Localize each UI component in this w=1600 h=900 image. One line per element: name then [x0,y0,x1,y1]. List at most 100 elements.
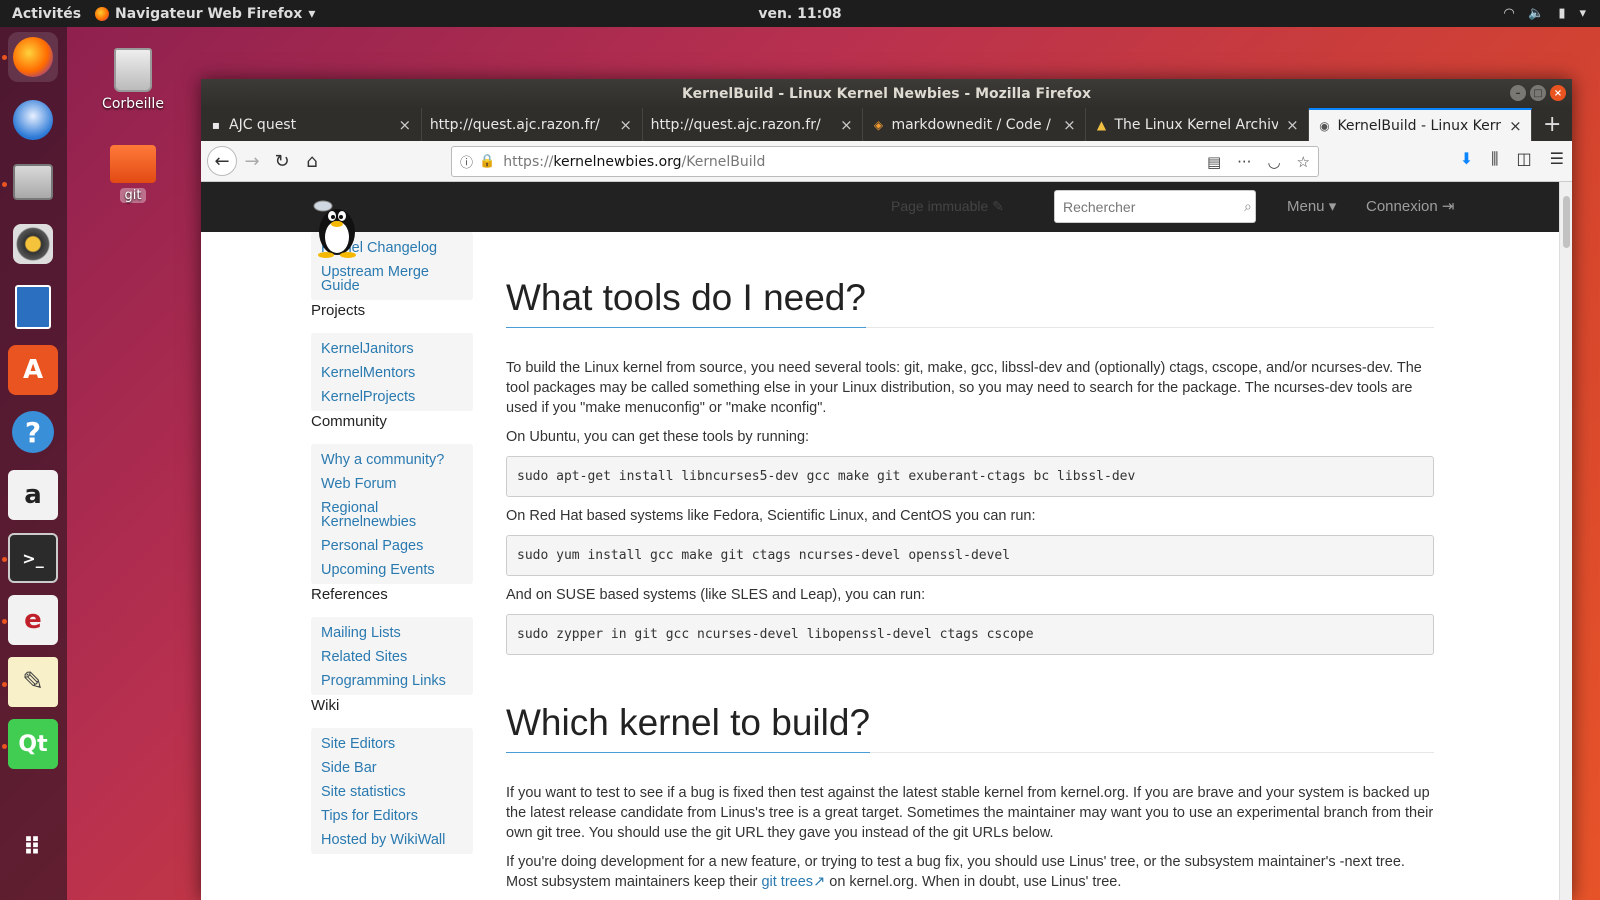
close-tab-icon[interactable]: × [1061,116,1077,134]
sidebar-link[interactable]: Personal Pages [311,534,473,558]
sidebar-link[interactable]: Mailing Lists [311,621,473,645]
sidebar-link[interactable]: Side Bar [311,756,473,780]
git-trees-link[interactable]: git trees↗ [761,874,825,890]
close-tab-icon[interactable]: × [1284,116,1300,134]
qt-icon: Qt [18,731,48,757]
running-indicator [2,55,7,60]
sidebar-link[interactable]: KernelMentors [311,361,473,385]
library-icon[interactable]: ⫼ [1491,149,1498,169]
sidebar-heading: Community [311,413,387,430]
sidebar-link[interactable]: Hosted by WikiWall [311,828,473,852]
reload-button[interactable]: ↻ [267,146,297,176]
app-menu[interactable]: Navigateur Web Firefox ▾ [95,6,315,22]
search-icon[interactable]: ⌕ [1244,199,1252,215]
firefox-icon [13,37,53,77]
new-tab-button[interactable]: + [1532,108,1572,141]
window-titlebar[interactable]: KernelBuild - Linux Kernel Newbies - Moz… [201,79,1572,108]
navigation-toolbar: ← → ↻ ⌂ ⓘ 🔒 https:// kernelnewbies.org /… [201,141,1572,182]
tab-ajc-quest[interactable]: ▪ AJC quest × [201,108,422,141]
amazon-dock-icon[interactable]: a [8,470,58,520]
window-title: KernelBuild - Linux Kernel Newbies - Moz… [681,85,1092,102]
firefox-dock-icon[interactable] [8,32,58,82]
running-indicator [2,557,7,562]
page-scrollbar[interactable] [1559,182,1572,900]
rhythmbox-dock-icon[interactable] [8,219,58,269]
close-window-button[interactable]: × [1550,85,1566,101]
thunderbird-dock-icon[interactable] [8,95,58,145]
trash-desktop-icon[interactable]: Corbeille [83,48,183,112]
search-input[interactable] [1063,198,1244,215]
tab-quest-1[interactable]: http://quest.ajc.razon.fr/ × [422,108,643,141]
scrollbar-thumb[interactable] [1563,196,1570,248]
maximize-button[interactable]: □ [1530,85,1546,101]
tab-kernelbuild[interactable]: ◉ KernelBuild - Linux Kerne × [1309,108,1533,141]
firefox-window: KernelBuild - Linux Kernel Newbies - Moz… [201,79,1572,900]
sidebar-link[interactable]: Upstream Merge Guide [311,260,473,298]
editor-dock-icon[interactable]: ✎ [8,657,58,707]
page-actions-icon[interactable]: ··· [1237,153,1251,171]
sidebar-link[interactable]: Related Sites [311,645,473,669]
chevron-down-icon: ▾ [308,5,316,22]
minimize-button[interactable]: – [1510,85,1526,101]
writer-dock-icon[interactable] [8,282,58,332]
software-dock-icon[interactable]: A [8,345,58,395]
sidebar-icon[interactable]: ◫ [1517,149,1532,169]
git-folder-desktop-icon[interactable]: git [83,145,183,203]
tux-logo[interactable] [311,196,363,258]
tab-kernel-archive[interactable]: ▲ The Linux Kernel Archive × [1086,108,1310,141]
sidebar-link[interactable]: Site Editors [311,732,473,756]
trash-label: Corbeille [102,96,164,112]
qt-dock-icon[interactable]: Qt [8,719,58,769]
sidebar-link[interactable]: Web Forum [311,472,473,496]
pocket-icon[interactable]: ◡ [1267,153,1280,171]
back-button[interactable]: ← [207,146,237,176]
info-icon[interactable]: ⓘ [460,152,473,171]
close-tab-icon[interactable]: × [618,116,634,134]
menu-dropdown[interactable]: Menu ▾ [1287,197,1336,215]
hamburger-menu-icon[interactable]: ☰ [1550,149,1564,169]
bookmark-star-icon[interactable]: ☆ [1297,153,1310,171]
tab-quest-2[interactable]: http://quest.ajc.razon.fr/ × [643,108,864,141]
close-tab-icon[interactable]: × [397,116,413,134]
folder-icon [110,145,156,183]
tab-label: The Linux Kernel Archive [1114,116,1279,133]
forward-button[interactable]: → [237,146,267,176]
system-tray[interactable]: ◠ 🔈 ▮ ▾ [1504,6,1586,21]
home-button[interactable]: ⌂ [297,146,327,176]
main-content: What tools do I need? To build the Linux… [506,232,1434,900]
code-block: sudo apt-get install libncurses5-dev gcc… [506,456,1434,497]
url-bar[interactable]: ⓘ 🔒 https:// kernelnewbies.org /KernelBu… [451,146,1319,177]
sidebar-group-wiki: Site Editors Side Bar Site statistics Ti… [311,728,473,854]
tab-label: KernelBuild - Linux Kerne [1337,117,1502,134]
sidebar-link[interactable]: Site statistics [311,780,473,804]
activities-button[interactable]: Activités [0,6,95,22]
login-link[interactable]: Connexion ⇥ [1366,197,1454,215]
sidebar-link[interactable]: Why a community? [311,448,473,472]
site-navbar: Page immuable ✎ ⌕ Menu ▾ Connexion ⇥ [201,182,1559,232]
download-icon[interactable]: ⬇ [1460,149,1473,169]
evince-dock-icon[interactable]: e [8,595,58,645]
sidebar-link[interactable]: Regional Kernelnewbies [311,496,473,534]
terminal-dock-icon[interactable]: >_ [8,533,58,583]
chevron-down-icon: ▾ [1579,6,1586,21]
top-bar: Activités Navigateur Web Firefox ▾ ven. … [0,0,1600,27]
sidebar-link[interactable]: KernelProjects [311,385,473,409]
sidebar-link[interactable]: Programming Links [311,669,473,693]
close-tab-icon[interactable]: × [838,116,854,134]
close-tab-icon[interactable]: × [1507,117,1523,135]
trash-icon [114,48,152,92]
help-dock-icon[interactable]: ? [8,407,58,457]
page-icon: ▪ [211,117,221,132]
sidebar-heading: Wiki [311,697,340,714]
files-dock-icon[interactable] [8,157,58,207]
sidebar-link[interactable]: Tips for Editors [311,804,473,828]
code-block: sudo yum install gcc make git ctags ncur… [506,535,1434,576]
sidebar-link[interactable]: Upcoming Events [311,558,473,582]
reader-view-icon[interactable]: ▤ [1207,153,1221,171]
show-apps-button[interactable]: ⠿ [8,822,58,872]
section-heading: Which kernel to build? [506,664,871,753]
site-search[interactable]: ⌕ [1054,190,1256,223]
tab-markdownedit[interactable]: ◈ markdownedit / Code / [ × [863,108,1087,141]
running-indicator [2,182,7,187]
sidebar-link[interactable]: KernelJanitors [311,337,473,361]
